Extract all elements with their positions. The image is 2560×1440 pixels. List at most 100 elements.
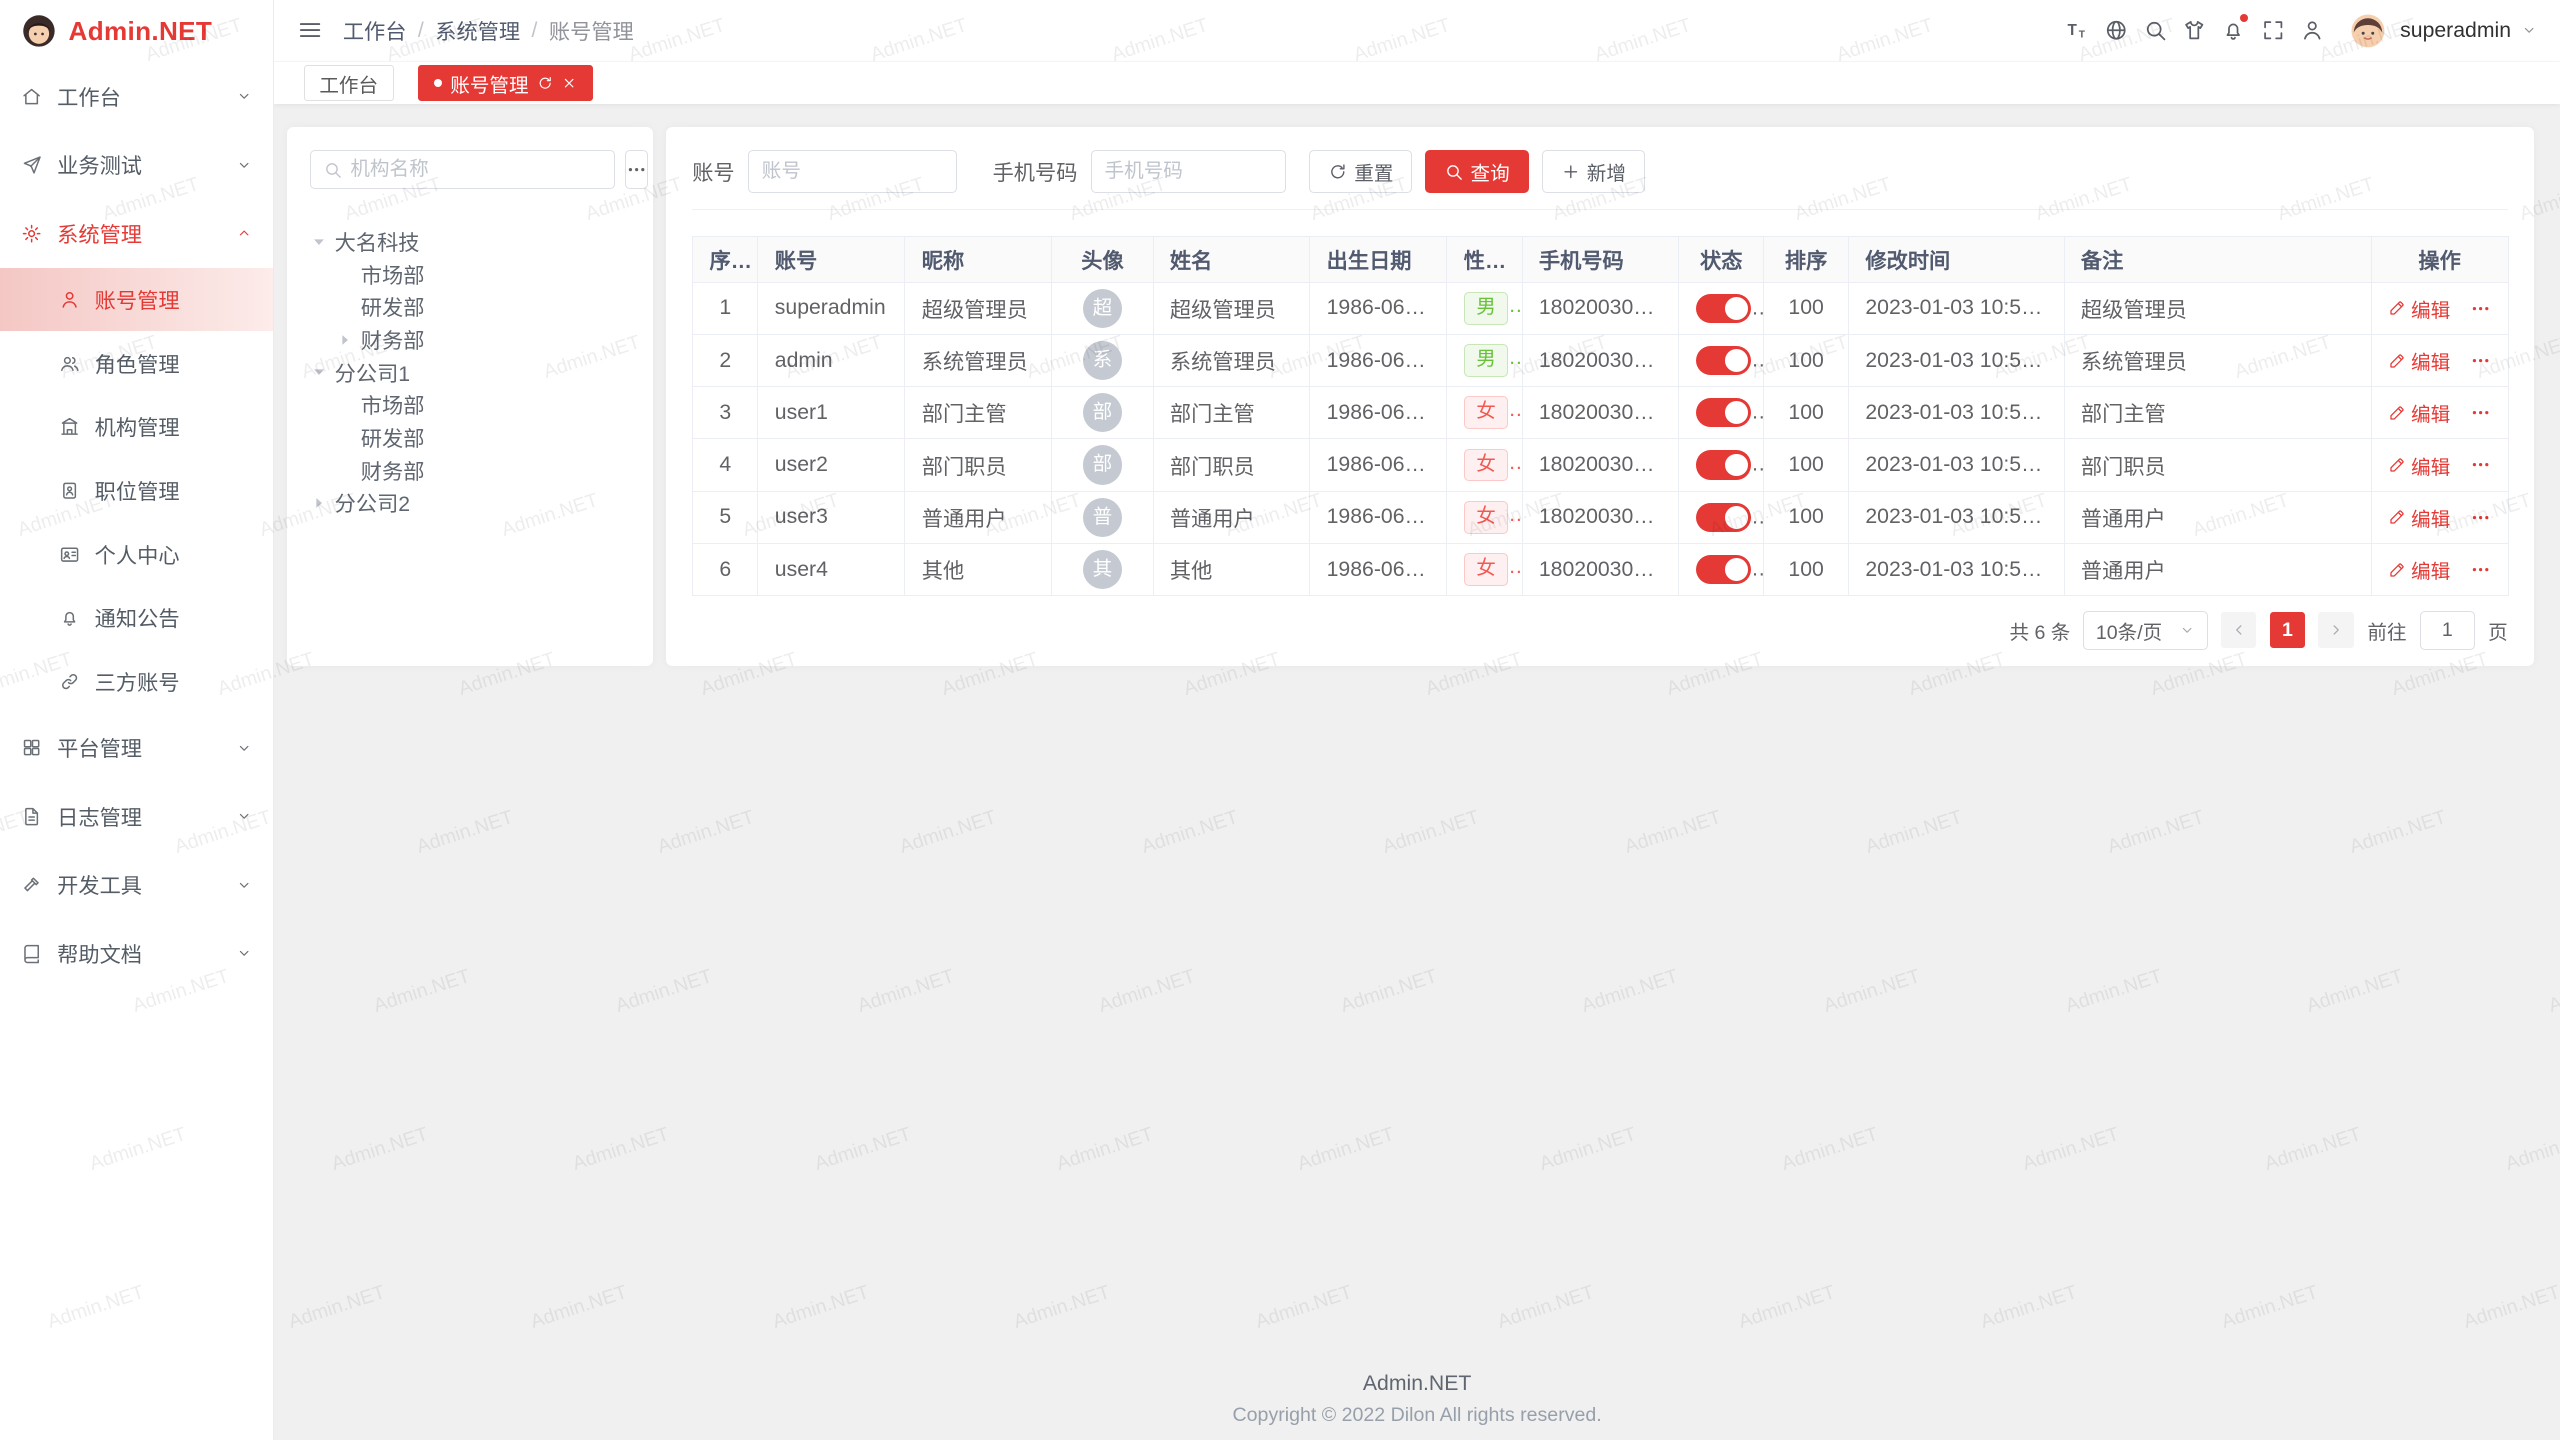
- sidebar-item-business-test[interactable]: 业务测试: [0, 131, 273, 200]
- cell-phone: 18020030720: [1522, 387, 1679, 439]
- tree-node[interactable]: 市场部: [310, 258, 630, 291]
- more-icon: [2470, 402, 2491, 423]
- table-row: 4user2部门职员部部门职员1986-06-28女18020030720100…: [693, 439, 2508, 491]
- sidebar-item-docs[interactable]: 帮助文档: [0, 919, 273, 988]
- topbar-right: TT superadmin: [2057, 11, 2537, 50]
- edit-button[interactable]: 编辑: [2388, 503, 2450, 532]
- cell-gender: 女: [1447, 387, 1522, 439]
- reset-button[interactable]: 重置: [1309, 150, 1412, 192]
- caret-right-icon[interactable]: [336, 331, 354, 349]
- breadcrumb-item[interactable]: 账号管理: [549, 15, 634, 46]
- row-more-button[interactable]: [2470, 559, 2491, 580]
- hamburger-icon[interactable]: [297, 17, 323, 43]
- edit-button[interactable]: 编辑: [2388, 451, 2450, 480]
- row-more-button[interactable]: [2470, 454, 2491, 475]
- tree-node[interactable]: 财务部: [310, 323, 630, 356]
- row-more-button[interactable]: [2470, 350, 2491, 371]
- home-icon: [21, 86, 42, 107]
- cell-nickname: 其他: [905, 543, 1052, 595]
- username[interactable]: superadmin: [2400, 19, 2511, 43]
- bell-icon[interactable]: [2214, 11, 2253, 50]
- tree-node[interactable]: 市场部: [310, 388, 630, 421]
- sidebar-item-devtools[interactable]: 开发工具: [0, 851, 273, 920]
- notification-badge: [2240, 14, 2248, 22]
- tab-close-icon[interactable]: [561, 75, 577, 91]
- column-header: 姓名: [1153, 237, 1310, 283]
- breadcrumb-item[interactable]: 工作台: [343, 15, 407, 46]
- user-menu-caret-icon[interactable]: [2521, 22, 2537, 38]
- link-icon: [59, 671, 80, 692]
- row-more-button[interactable]: [2470, 507, 2491, 528]
- user-icon[interactable]: [2292, 11, 2331, 50]
- page-size-select[interactable]: 10条/页: [2083, 611, 2207, 650]
- edit-button[interactable]: 编辑: [2388, 398, 2450, 427]
- search-icon: [1444, 162, 1464, 182]
- status-toggle[interactable]: [1696, 294, 1752, 323]
- chev-down-icon: [236, 740, 252, 756]
- tree-node[interactable]: 分公司2: [310, 486, 630, 519]
- edit-button[interactable]: 编辑: [2388, 294, 2450, 323]
- sidebar-subitem-role[interactable]: 角色管理: [0, 331, 273, 395]
- tab-account[interactable]: 账号管理: [418, 65, 593, 101]
- sidebar-subitem-account[interactable]: 账号管理: [0, 268, 273, 332]
- sidebar-item-platform[interactable]: 平台管理: [0, 713, 273, 782]
- sidebar-subitem-profile[interactable]: 个人中心: [0, 522, 273, 586]
- search-icon[interactable]: [2136, 11, 2175, 50]
- edit-button[interactable]: 编辑: [2388, 555, 2450, 584]
- table-header-row: 序号账号昵称头像姓名出生日期性别手机号码状态排序修改时间备注操作: [693, 237, 2508, 283]
- breadcrumb-separator: /: [418, 19, 424, 43]
- sidebar-subitem-position[interactable]: 职位管理: [0, 459, 273, 523]
- status-toggle[interactable]: [1696, 555, 1752, 584]
- status-toggle[interactable]: [1696, 398, 1752, 427]
- status-toggle[interactable]: [1696, 346, 1752, 375]
- tree-node-label: 大名科技: [335, 226, 420, 257]
- tree-node[interactable]: 分公司1: [310, 356, 630, 389]
- sidebar-subitem-notice[interactable]: 通知公告: [0, 586, 273, 650]
- page-number-button[interactable]: 1: [2270, 612, 2306, 648]
- sidebar-item-system-management[interactable]: 系统管理: [0, 199, 273, 268]
- tree-node[interactable]: 研发部: [310, 291, 630, 324]
- org-search-field[interactable]: [310, 150, 615, 189]
- cell-modified: 2023-01-03 10:59:44: [1849, 491, 2065, 543]
- theme-icon[interactable]: [2175, 11, 2214, 50]
- org-search-input[interactable]: [350, 158, 602, 181]
- search-button[interactable]: 查询: [1425, 150, 1528, 192]
- sidebar-item-workbench[interactable]: 工作台: [0, 62, 273, 131]
- gender-tag: 女: [1464, 553, 1508, 586]
- row-more-button[interactable]: [2470, 402, 2491, 423]
- font-size-icon[interactable]: TT: [2057, 11, 2096, 50]
- tab-workbench[interactable]: 工作台: [304, 65, 394, 101]
- tree-node[interactable]: 财务部: [310, 454, 630, 487]
- tree-more-button[interactable]: [625, 150, 648, 189]
- edit-button[interactable]: 编辑: [2388, 346, 2450, 375]
- status-toggle[interactable]: [1696, 503, 1752, 532]
- caret-down-icon[interactable]: [310, 233, 328, 251]
- sidebar-item-log[interactable]: 日志管理: [0, 782, 273, 851]
- add-button[interactable]: 新增: [1542, 150, 1645, 192]
- tool-icon: [21, 874, 42, 895]
- caret-down-icon[interactable]: [310, 363, 328, 381]
- account-input[interactable]: [748, 150, 957, 192]
- globe-icon[interactable]: [2097, 11, 2136, 50]
- column-header: 昵称: [905, 237, 1052, 283]
- prev-page-button[interactable]: [2221, 612, 2257, 648]
- cell-no: 6: [693, 543, 758, 595]
- fullscreen-icon[interactable]: [2253, 11, 2292, 50]
- next-page-button[interactable]: [2318, 612, 2354, 648]
- status-toggle[interactable]: [1696, 450, 1752, 479]
- sidebar-subitem-org[interactable]: 机构管理: [0, 395, 273, 459]
- edit-label: 编辑: [2411, 346, 2450, 375]
- cell-nickname: 部门主管: [905, 387, 1052, 439]
- tab-label: 工作台: [319, 69, 378, 98]
- tree-node[interactable]: 大名科技: [310, 225, 630, 258]
- caret-right-icon[interactable]: [310, 494, 328, 512]
- breadcrumb-item[interactable]: 系统管理: [435, 15, 520, 46]
- sidebar-subitem-thirdparty[interactable]: 三方账号: [0, 650, 273, 714]
- tab-refresh-icon[interactable]: [537, 75, 553, 91]
- avatar[interactable]: [2350, 13, 2386, 49]
- goto-page-input[interactable]: [2420, 611, 2476, 650]
- row-more-button[interactable]: [2470, 298, 2491, 319]
- phone-input[interactable]: [1091, 150, 1287, 192]
- tree-node[interactable]: 研发部: [310, 421, 630, 454]
- logo[interactable]: Admin.NET: [0, 0, 273, 62]
